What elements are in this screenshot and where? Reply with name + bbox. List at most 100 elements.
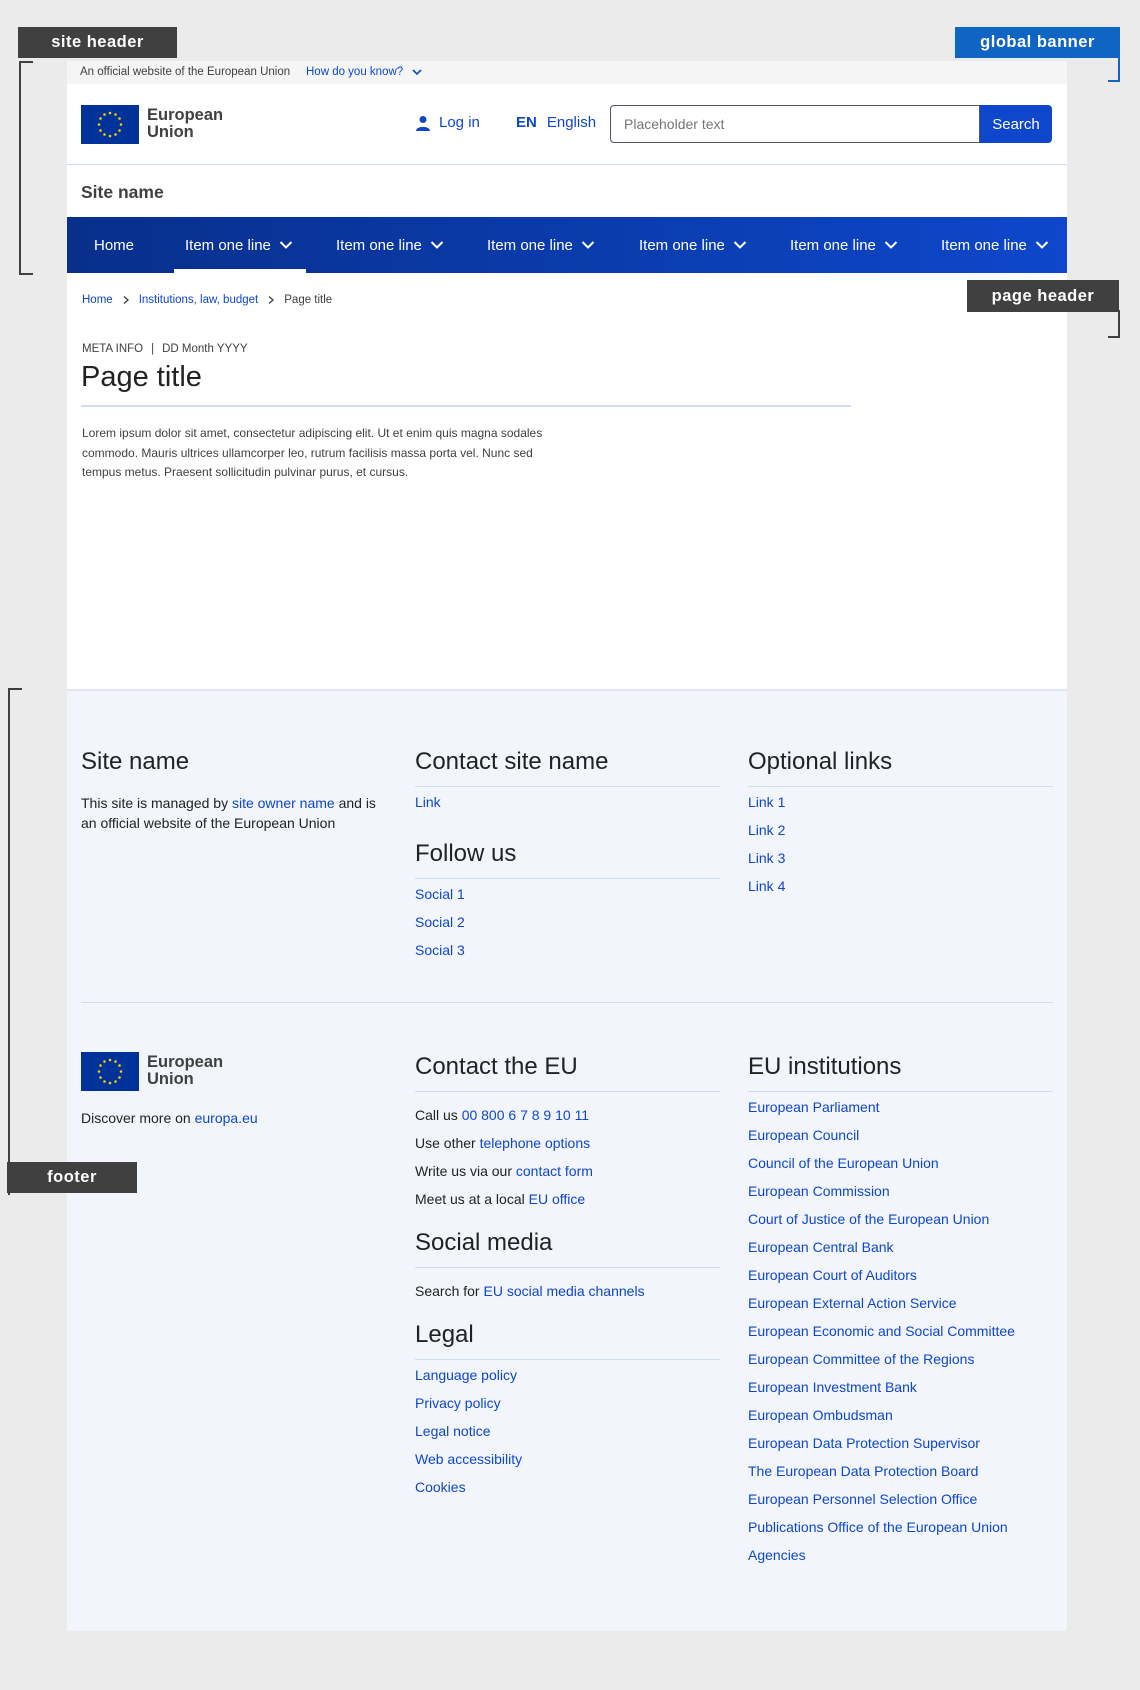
- search-form: Search: [610, 105, 1052, 143]
- social-link-3[interactable]: Social 3: [415, 942, 465, 958]
- optional-link-4[interactable]: Link 4: [748, 878, 785, 894]
- header-divider: [67, 164, 1067, 165]
- chevron-down-icon: [884, 241, 898, 249]
- login-link[interactable]: Log in: [415, 114, 480, 131]
- institution-link[interactable]: European Personnel Selection Office: [748, 1491, 977, 1507]
- logo-line-1: European: [147, 106, 224, 124]
- footer-site-column: Site name: [81, 748, 371, 776]
- telephone-options-link[interactable]: telephone options: [480, 1135, 591, 1151]
- contact-form-link[interactable]: contact form: [516, 1163, 593, 1179]
- europa-link[interactable]: europa.eu: [195, 1110, 258, 1126]
- search-button[interactable]: Search: [980, 105, 1052, 143]
- menu-item-4[interactable]: Item one line: [639, 217, 747, 273]
- optional-link-2[interactable]: Link 2: [748, 822, 785, 838]
- menu-item-2[interactable]: Item one line: [336, 217, 444, 273]
- global-banner-tag: global banner: [955, 27, 1120, 58]
- menu-item-5[interactable]: Item one line: [790, 217, 898, 273]
- page-intro: Lorem ipsum dolor sit amet, consectetur …: [82, 426, 543, 479]
- search-input[interactable]: [610, 105, 980, 143]
- institution-link[interactable]: European Ombudsman: [748, 1407, 893, 1423]
- follow-us-heading: Follow us: [415, 840, 517, 867]
- footer-tag: footer: [7, 1162, 137, 1193]
- eu-flag-logo[interactable]: [81, 105, 139, 144]
- institution-link[interactable]: The European Data Protection Board: [748, 1463, 978, 1479]
- legal-link-language-policy[interactable]: Language policy: [415, 1367, 517, 1383]
- site-owner-link[interactable]: site owner name: [232, 795, 335, 811]
- main-menu: Home Item one line Item one line Item on…: [67, 217, 1067, 273]
- legal-column: Legal: [415, 1321, 720, 1360]
- menu-item-label: Item one line: [185, 236, 271, 254]
- institution-link[interactable]: Council of the European Union: [748, 1155, 939, 1171]
- institution-link[interactable]: European Parliament: [748, 1099, 880, 1115]
- chevron-down-icon: [279, 241, 293, 249]
- institution-link[interactable]: European Investment Bank: [748, 1379, 917, 1395]
- contact-row-call: Call us 00 800 6 7 8 9 10 11: [415, 1107, 590, 1123]
- legal-link-privacy-policy[interactable]: Privacy policy: [415, 1395, 501, 1411]
- site-header-tag: site header: [18, 27, 177, 58]
- contact-row-telephone: Use other telephone options: [415, 1135, 591, 1151]
- eu-institutions-heading: EU institutions: [748, 1053, 902, 1080]
- menu-item-label: Item one line: [639, 236, 725, 254]
- institution-link[interactable]: European Economic and Social Committee: [748, 1323, 1015, 1339]
- how-do-you-know-link[interactable]: How do you know?: [306, 66, 403, 78]
- eu-flag-logo[interactable]: [81, 1052, 139, 1091]
- contact-link[interactable]: Link: [415, 794, 441, 810]
- eu-logo-text: European Union: [147, 107, 223, 141]
- footer: Site name This site is managed by site o…: [67, 689, 1067, 1631]
- social-media-column: Social media: [415, 1229, 720, 1268]
- chevron-down-icon: [430, 241, 444, 249]
- chevron-down-icon[interactable]: [410, 65, 424, 79]
- breadcrumb-home[interactable]: Home: [82, 294, 113, 306]
- optional-link-3[interactable]: Link 3: [748, 850, 785, 866]
- login-label: Log in: [439, 114, 480, 131]
- menu-item-label: Home: [94, 236, 135, 254]
- institution-link[interactable]: European Data Protection Supervisor: [748, 1435, 980, 1451]
- menu-item-3[interactable]: Item one line: [487, 217, 595, 273]
- phone-link[interactable]: 00 800 6 7 8 9 10 11: [462, 1107, 589, 1123]
- page-meta: META INFO | DD Month YYYY: [82, 343, 248, 355]
- site-header-bracket: [19, 61, 33, 275]
- menu-item-home[interactable]: Home: [94, 217, 134, 273]
- legal-link-legal-notice[interactable]: Legal notice: [415, 1423, 491, 1439]
- site-name[interactable]: Site name: [81, 182, 164, 203]
- page-title: Page title: [81, 361, 202, 393]
- optional-link-1[interactable]: Link 1: [748, 794, 785, 810]
- breadcrumb-institutions[interactable]: Institutions, law, budget: [139, 294, 259, 306]
- menu-item-1[interactable]: Item one line: [174, 217, 306, 273]
- language-name: English: [546, 114, 597, 131]
- page-header-bracket: [1108, 310, 1120, 338]
- legal-link-cookies[interactable]: Cookies: [415, 1479, 466, 1495]
- social-link-1[interactable]: Social 1: [415, 886, 465, 902]
- institution-link[interactable]: Court of Justice of the European Union: [748, 1211, 989, 1227]
- language-selector[interactable]: EN English: [516, 114, 596, 131]
- institution-link[interactable]: European Central Bank: [748, 1239, 894, 1255]
- meta-date: DD Month YYYY: [162, 343, 248, 355]
- footer-follow-column: Follow us: [415, 840, 720, 879]
- social-link-2[interactable]: Social 2: [415, 914, 465, 930]
- social-channels-link[interactable]: EU social media channels: [483, 1283, 644, 1299]
- institution-link[interactable]: European External Action Service: [748, 1295, 957, 1311]
- language-code: EN: [516, 114, 537, 131]
- chevron-down-icon: [733, 241, 747, 249]
- official-website-text: An official website of the European Unio…: [80, 66, 291, 78]
- user-icon: [416, 115, 430, 131]
- footer-site-name: Site name: [81, 748, 190, 775]
- footer-bracket: [8, 688, 22, 1195]
- menu-item-6[interactable]: Item one line: [941, 217, 1049, 273]
- institution-link[interactable]: European Court of Auditors: [748, 1267, 917, 1283]
- global-banner-bracket: [1108, 58, 1120, 82]
- eu-office-link[interactable]: EU office: [529, 1191, 586, 1207]
- institution-link[interactable]: European Council: [748, 1127, 859, 1143]
- menu-item-label: Item one line: [336, 236, 422, 254]
- legal-link-web-accessibility[interactable]: Web accessibility: [415, 1451, 522, 1467]
- institution-link[interactable]: European Committee of the Regions: [748, 1351, 974, 1367]
- footer-divider: [81, 1002, 1053, 1003]
- contact-row-meet: Meet us at a local EU office: [415, 1191, 586, 1207]
- institution-link[interactable]: Agencies: [748, 1547, 806, 1563]
- chevron-right-icon: [123, 296, 129, 304]
- chevron-down-icon: [581, 241, 595, 249]
- institution-link[interactable]: European Commission: [748, 1183, 890, 1199]
- institution-link[interactable]: Publications Office of the European Unio…: [748, 1519, 1008, 1535]
- global-banner: An official website of the European Unio…: [67, 61, 1067, 84]
- chevron-down-icon: [1035, 241, 1049, 249]
